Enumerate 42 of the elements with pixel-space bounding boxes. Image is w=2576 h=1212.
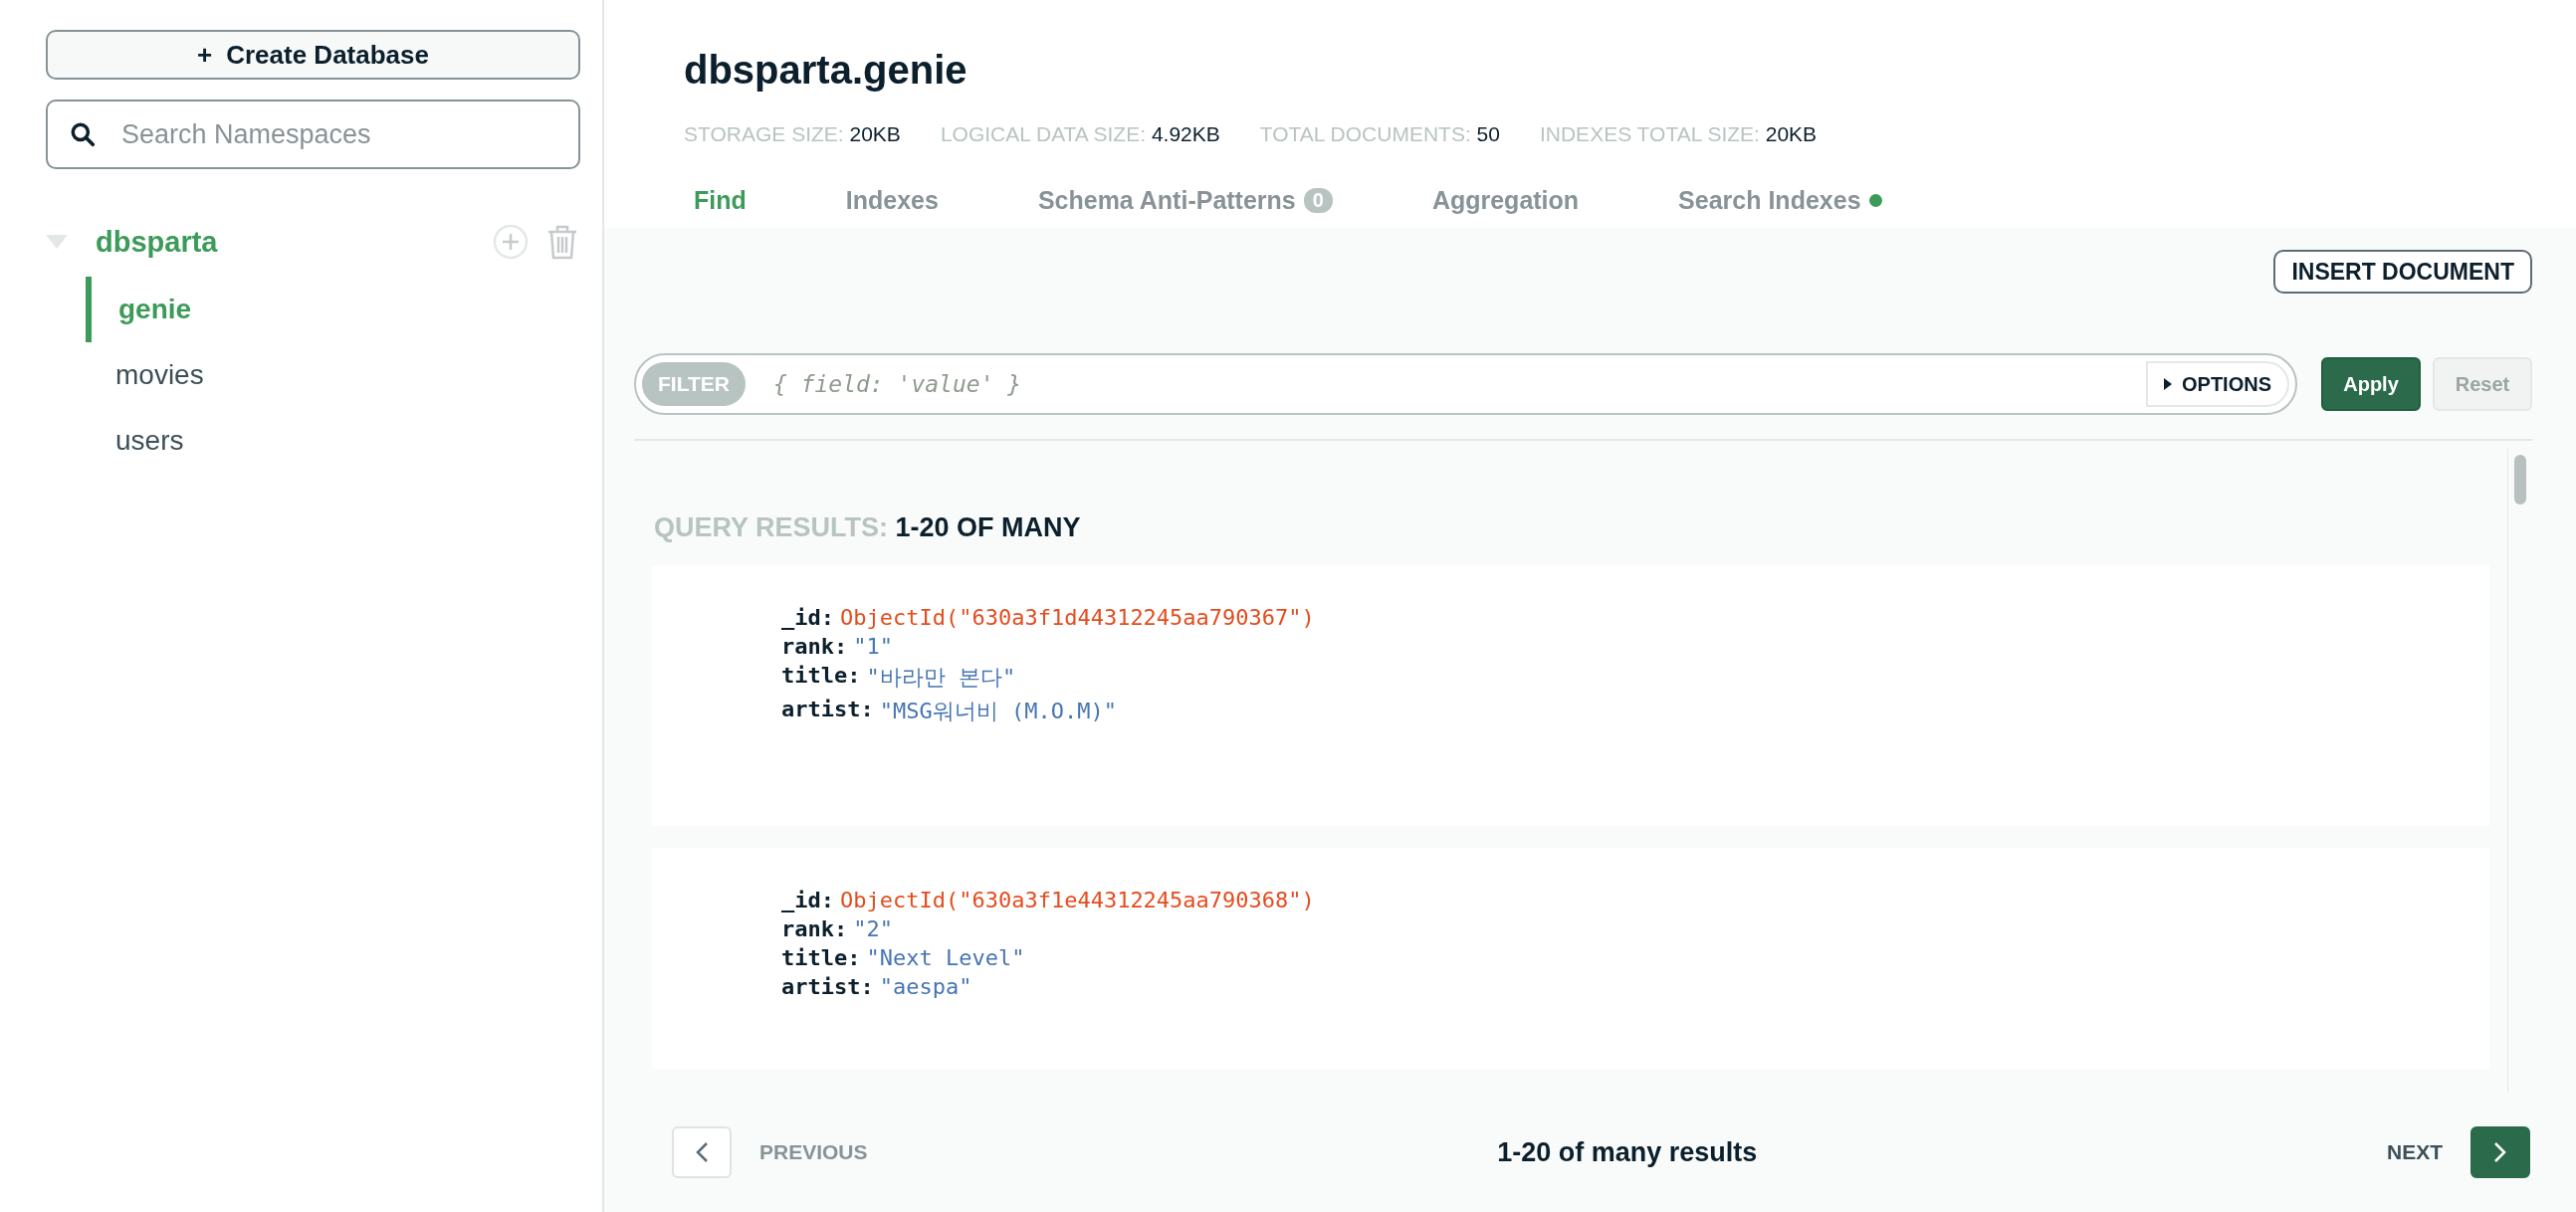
document-field: rank: "2" [781,916,2489,941]
chevron-right-icon [2493,1141,2507,1163]
insert-document-button[interactable]: INSERT DOCUMENT [2273,250,2532,294]
caret-icon [2164,378,2172,390]
search-field[interactable]: Search Namespaces [46,100,580,169]
filter-field[interactable]: FILTER { field: 'value' } OPTIONS [634,353,2297,415]
tab[interactable]: Search Indexes [1678,182,1882,218]
results-summary: 1-20 of many results [1497,1136,1758,1168]
tab[interactable]: Find [694,182,747,218]
collection-title: dbsparta.genie [684,48,968,93]
tab[interactable]: Aggregation [1431,182,1580,218]
tab[interactable]: Schema Anti-Patterns 0 [1037,182,1333,218]
collection-item[interactable]: users [92,408,580,474]
caret-icon[interactable] [46,235,68,249]
document-field: artist: "MSG워너비 (M.O.M)" [781,697,2489,726]
stat-text: TOTAL DOCUMENTS: 50 [1259,122,1500,146]
scrollbar-thumb[interactable] [2514,455,2526,505]
stat-text: INDEXES TOTAL SIZE: 20KB [1539,122,1818,146]
create-database-button[interactable]: + Create Database [46,30,580,80]
document-field: _id: ObjectId("630a3f1e44312245aa790368") [781,888,2489,912]
document-field: title: "Next Level" [781,945,2489,970]
database-name[interactable]: dbsparta [96,225,477,259]
search-icon [70,121,96,147]
collection-item[interactable]: genie [86,277,580,342]
apply-button[interactable]: Apply [2321,357,2421,411]
next-label[interactable]: NEXT [2387,1140,2443,1164]
filter-label: FILTER [642,362,746,406]
options-button[interactable]: OPTIONS [2146,361,2289,407]
count-badge: 0 [1303,187,1333,213]
stat-text: STORAGE SIZE: 20KB [684,122,901,146]
document-field: artist: "aespa" [781,974,2489,999]
tab[interactable]: Indexes [845,182,939,218]
document-field: rank: "1" [781,634,2489,659]
add-icon[interactable] [493,224,529,260]
collection-item[interactable]: movies [92,342,580,408]
document-field: title: "바라만 본다" [781,663,2489,693]
document-field: _id: ObjectId("630a3f1d44312245aa790367") [781,605,2489,630]
plus-icon: + [197,39,213,71]
next-button[interactable] [2470,1126,2530,1178]
query-results-text: QUERY RESULTS: 1-20 OF MANY [654,512,1082,543]
stat-text: LOGICAL DATA SIZE: 4.92KB [940,122,1220,146]
chevron-left-icon [695,1141,709,1163]
